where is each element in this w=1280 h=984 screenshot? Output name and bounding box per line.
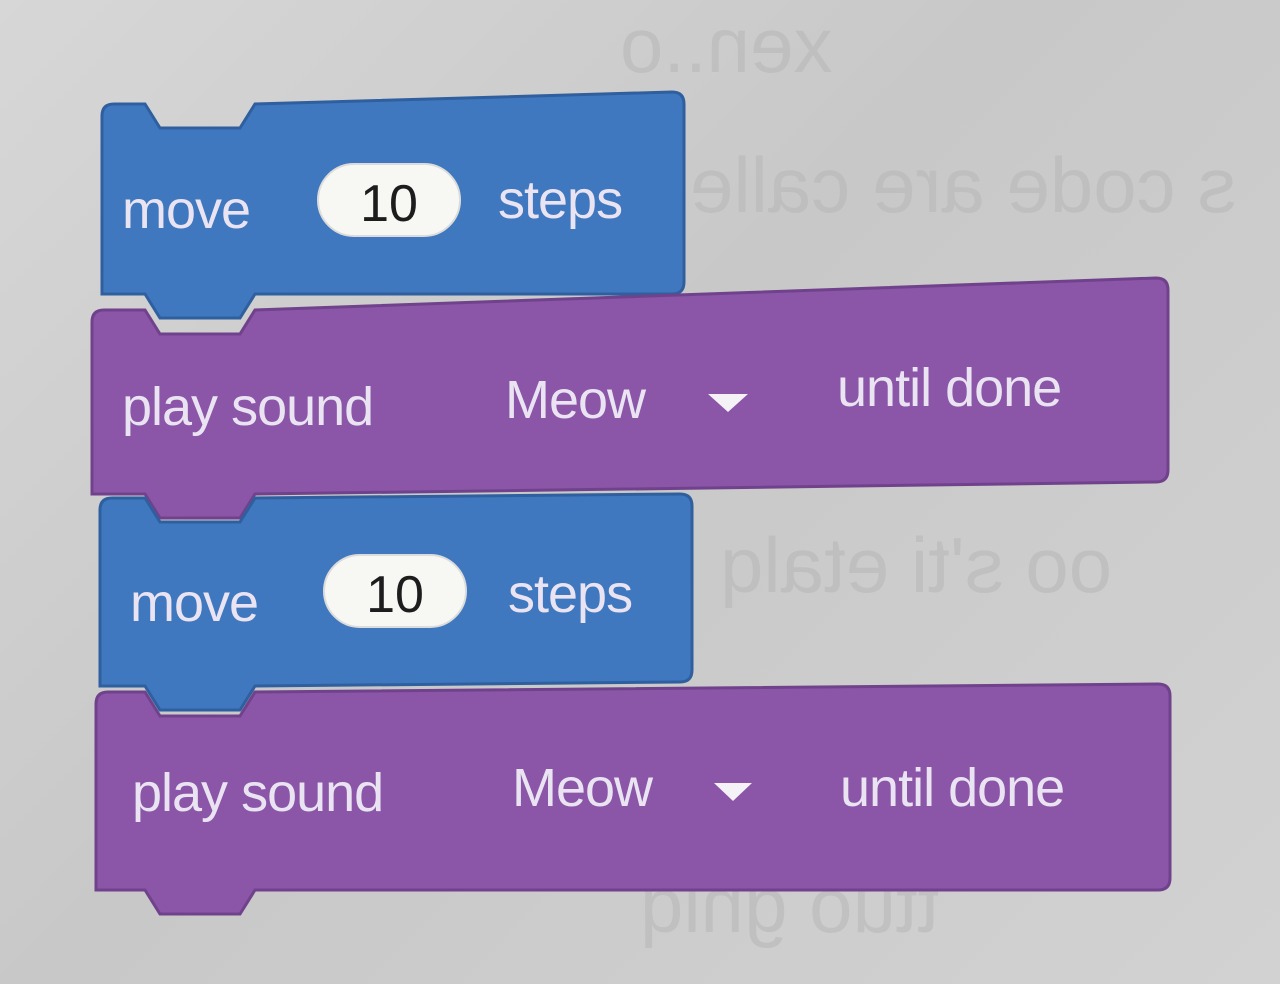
steps-label: steps [498, 170, 622, 230]
move-label: move [122, 180, 250, 240]
until-done-label: until done [840, 758, 1064, 818]
move-steps-block[interactable]: move 10 steps [98, 492, 694, 712]
steps-value: 10 [366, 566, 424, 624]
move-label: move [130, 573, 258, 633]
play-sound-label: play sound [132, 763, 383, 823]
play-sound-block[interactable]: play sound Meow until done [94, 682, 1172, 916]
scratch-code-photo: xen..o s code are calle oo s'ti etalq tt… [0, 0, 1280, 984]
play-sound-block[interactable]: play sound Meow until done [90, 276, 1170, 520]
steps-value: 10 [360, 175, 418, 233]
sound-menu-value[interactable]: Meow [505, 370, 648, 430]
move-steps-block[interactable]: move 10 steps [100, 90, 686, 320]
sound-menu-value[interactable]: Meow [512, 758, 655, 818]
play-sound-label: play sound [122, 377, 373, 437]
until-done-label: until done [837, 358, 1061, 418]
steps-label: steps [508, 564, 632, 624]
code-stack: move 10 steps play sound Meow until done… [90, 90, 1172, 916]
